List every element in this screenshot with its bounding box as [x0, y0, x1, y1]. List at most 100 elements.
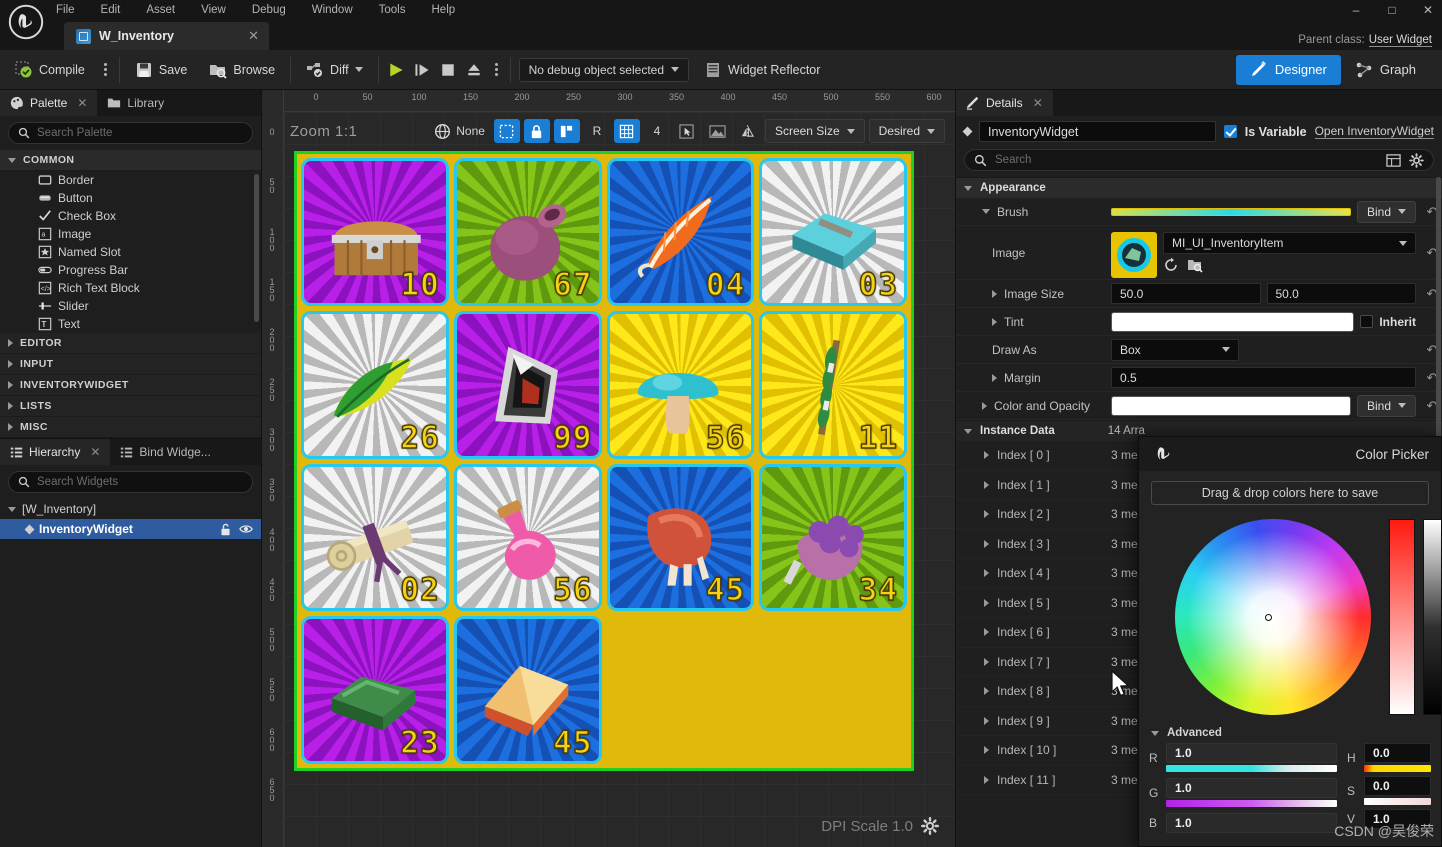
chevron-right-icon[interactable]	[984, 539, 989, 548]
inventory-slot[interactable]: >10	[301, 158, 449, 306]
snap-cursor-toggle[interactable]	[674, 119, 700, 143]
gear-icon[interactable]	[1409, 152, 1424, 168]
g-input[interactable]: 1.0	[1166, 778, 1337, 798]
image-asset-dropdown[interactable]: MI_UI_InventoryItem	[1163, 232, 1416, 254]
advanced-section-toggle[interactable]: Advanced	[1139, 723, 1441, 743]
tint-color-swatch[interactable]	[1111, 311, 1355, 332]
designer-mode-button[interactable]: Designer	[1235, 54, 1341, 85]
palette-item-check-box[interactable]: Check Box	[0, 207, 261, 225]
chevron-right-icon[interactable]	[984, 569, 989, 578]
stop-icon[interactable]	[439, 61, 457, 79]
inventory-slot[interactable]: 02	[301, 463, 449, 612]
b-input[interactable]: 1.0	[1166, 813, 1337, 833]
palette-item-text[interactable]: T Text	[0, 315, 261, 333]
palette-category-inventorywidget[interactable]: INVENTORYWIDGET	[0, 375, 261, 396]
palette-item-button[interactable]: Button	[0, 189, 261, 207]
browse-button[interactable]: Browse	[202, 57, 282, 83]
palette-item-border[interactable]: Border	[0, 171, 261, 189]
tab-bind-widgets[interactable]: Bind Widge...	[110, 439, 220, 465]
details-search-input[interactable]	[995, 154, 1378, 166]
color-picker-save-strip[interactable]: Drag & drop colors here to save	[1151, 481, 1429, 505]
s-input[interactable]: 0.0	[1364, 776, 1431, 796]
palette-category-common[interactable]: COMMON	[0, 150, 261, 171]
chevron-right-icon[interactable]	[984, 687, 989, 696]
inventory-slot[interactable]: 99	[453, 310, 602, 459]
asset-tab-w-inventory[interactable]: W_Inventory ✕	[64, 22, 269, 50]
palette-item-progress-bar[interactable]: Progress Bar	[0, 261, 261, 279]
inventory-slot[interactable]: 26	[301, 310, 449, 459]
widget-reflector-button[interactable]: Widget Reflector	[697, 57, 827, 83]
menu-item-file[interactable]: File	[56, 4, 75, 16]
localization-preview-button[interactable]: None	[429, 119, 490, 143]
tab-details[interactable]: Details ✕	[956, 90, 1053, 116]
palette-item-rich-text-block[interactable]: </> Rich Text Block	[0, 279, 261, 297]
h-input[interactable]: 0.0	[1364, 743, 1431, 763]
draw-as-dropdown[interactable]: Box	[1111, 338, 1239, 361]
inventory-slot[interactable]: 56	[453, 463, 602, 612]
value-slider-gray[interactable]	[1423, 519, 1441, 715]
compile-options-button[interactable]	[100, 59, 111, 80]
inventory-slot[interactable]: 11	[759, 310, 907, 459]
browse-to-asset-icon[interactable]	[1187, 257, 1203, 273]
eye-icon[interactable]	[239, 522, 253, 536]
value-slider-red[interactable]	[1389, 519, 1415, 715]
mirror-toggle[interactable]	[735, 119, 761, 143]
diff-button[interactable]: Diff	[299, 57, 370, 83]
unlock-icon[interactable]	[219, 523, 232, 536]
dashed-outline-toggle[interactable]	[493, 119, 520, 143]
color-wheel-cursor[interactable]	[1265, 614, 1272, 621]
hierarchy-tab-close-icon[interactable]: ✕	[90, 445, 100, 459]
brush-bind-button[interactable]: Bind	[1356, 200, 1416, 223]
menu-item-edit[interactable]: Edit	[101, 4, 121, 16]
grid-size-value[interactable]: 4	[644, 119, 670, 143]
h-slider[interactable]	[1364, 765, 1431, 772]
palette-category-lists[interactable]: LISTS	[0, 396, 261, 417]
chevron-right-icon[interactable]	[992, 317, 997, 326]
color-opacity-bind-button[interactable]: Bind	[1356, 394, 1416, 417]
maximize-icon[interactable]: □	[1384, 3, 1400, 17]
asset-tab-close-icon[interactable]: ✕	[248, 28, 259, 44]
chevron-right-icon[interactable]	[984, 628, 989, 637]
margin-input[interactable]: 0.5	[1111, 367, 1416, 388]
fill-mode-dropdown[interactable]: Desired	[868, 119, 945, 143]
palette-category-input[interactable]: INPUT	[0, 354, 261, 375]
tab-hierarchy[interactable]: Hierarchy ✕	[0, 439, 111, 465]
chevron-right-icon[interactable]	[984, 775, 989, 784]
r-input[interactable]: 1.0	[1166, 743, 1337, 763]
rotation-reset-button[interactable]: R	[584, 119, 610, 143]
chevron-down-icon[interactable]	[982, 209, 990, 214]
grid-snap-toggle[interactable]	[613, 119, 640, 143]
chevron-right-icon[interactable]	[984, 598, 989, 607]
chevron-right-icon[interactable]	[984, 480, 989, 489]
palette-scrollbar[interactable]	[254, 174, 259, 322]
palette-category-editor[interactable]: EDITOR	[0, 333, 261, 354]
s-slider[interactable]	[1364, 798, 1431, 805]
save-button[interactable]: Save	[128, 57, 195, 83]
g-slider[interactable]	[1166, 800, 1337, 807]
menu-item-view[interactable]: View	[201, 4, 226, 16]
table-view-icon[interactable]	[1386, 153, 1401, 168]
palette-tab-close-icon[interactable]: ✕	[77, 96, 87, 110]
chevron-right-icon[interactable]	[984, 657, 989, 666]
play-icon[interactable]	[387, 61, 405, 79]
chevron-right-icon[interactable]	[984, 451, 989, 460]
use-selected-asset-icon[interactable]	[1163, 257, 1179, 273]
inventory-slot-empty[interactable]	[759, 616, 907, 764]
compile-button[interactable]: Compile	[8, 57, 92, 83]
palette-item-slider[interactable]: Slider	[0, 297, 261, 315]
is-variable-checkbox[interactable]	[1223, 125, 1237, 138]
chevron-right-icon[interactable]	[984, 746, 989, 755]
color-wheel[interactable]	[1175, 519, 1371, 715]
inventory-slot[interactable]: 45	[453, 616, 602, 764]
chevron-right-icon[interactable]	[992, 289, 997, 298]
color-picker-dialog[interactable]: Color Picker Drag & drop colors here to …	[1138, 436, 1442, 847]
inventory-slot[interactable]: 56	[606, 310, 755, 459]
play-options-button[interactable]	[491, 59, 502, 80]
color-opacity-swatch[interactable]	[1111, 395, 1351, 416]
palette-item-named-slot[interactable]: Named Slot	[0, 243, 261, 261]
tree-row-inventory-widget[interactable]: InventoryWidget	[0, 519, 261, 539]
chevron-right-icon[interactable]	[992, 373, 997, 382]
tab-palette[interactable]: Palette ✕	[0, 90, 98, 116]
tab-library[interactable]: Library	[97, 90, 174, 116]
inventory-slot[interactable]: 45	[606, 463, 755, 612]
